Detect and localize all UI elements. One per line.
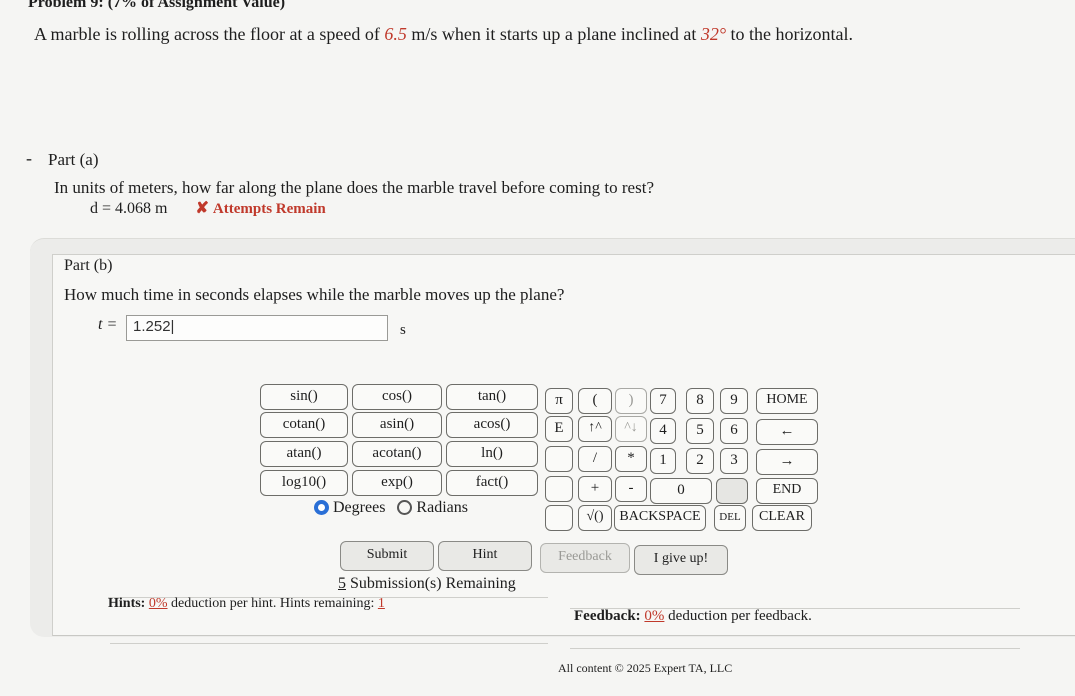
fact-key[interactable]: fact() [446, 470, 538, 496]
blank-key-1[interactable] [545, 446, 573, 472]
attempts-remain-status: Attempts Remain [212, 201, 326, 217]
close-paren-key[interactable]: ) [615, 388, 647, 414]
hints-info: Hints: 0% deduction per hint. Hints rema… [108, 596, 385, 612]
open-paren-key[interactable]: ( [578, 388, 612, 414]
delete-key[interactable]: DEL [714, 505, 746, 531]
sin-key[interactable]: sin() [260, 384, 348, 410]
hints-remaining-count: 1 [377, 596, 385, 611]
right-arrow-key[interactable]: → [756, 449, 818, 475]
hint-button[interactable]: Hint [438, 541, 532, 571]
acotan-key[interactable]: acotan() [352, 441, 442, 467]
acos-key[interactable]: acos() [446, 412, 538, 438]
digit-9-key[interactable]: 9 [720, 388, 748, 414]
hints-label: Hints: [108, 596, 146, 611]
clear-key[interactable]: CLEAR [752, 505, 812, 531]
multiply-key[interactable]: * [615, 446, 647, 472]
digit-4-key[interactable]: 4 [650, 418, 676, 444]
cotan-key[interactable]: cotan() [260, 412, 348, 438]
atan-key[interactable]: atan() [260, 441, 348, 467]
backspace-key[interactable]: BACKSPACE [614, 505, 706, 531]
answer-input[interactable]: 1.252| [126, 315, 388, 341]
divider [110, 643, 548, 644]
blank-key-3[interactable] [545, 505, 573, 531]
radians-radio[interactable] [397, 500, 413, 515]
problem-statement: A marble is rolling across the floor at … [34, 24, 853, 45]
angle-value: 32° [700, 24, 727, 44]
answer-unit: s [400, 322, 406, 338]
digit-0-key[interactable]: 0 [650, 478, 712, 504]
sqrt-key[interactable]: √() [578, 505, 612, 531]
submissions-text: Submission(s) Remaining [346, 575, 516, 592]
digit-7-key[interactable]: 7 [650, 388, 676, 414]
digit-6-key[interactable]: 6 [720, 418, 748, 444]
minus-key[interactable]: - [615, 476, 647, 502]
hints-deduction: 0% [148, 596, 168, 611]
tan-key[interactable]: tan() [446, 384, 538, 410]
part-a-answer-value: d = 4.068 m [90, 200, 168, 217]
submissions-count: 5 [338, 575, 346, 592]
feedback-deduction: 0% [644, 608, 665, 624]
feedback-label: Feedback: [574, 608, 641, 624]
feedback-button[interactable]: Feedback [540, 543, 630, 573]
divider [570, 648, 1020, 649]
pi-key[interactable]: π [545, 388, 573, 414]
degrees-radio[interactable] [314, 500, 329, 515]
collapse-toggle[interactable]: - [26, 148, 32, 169]
problem-text-pre: A marble is rolling across the floor at … [34, 24, 385, 44]
ln-key[interactable]: ln() [446, 441, 538, 467]
submissions-remaining: 5 Submission(s) Remaining [338, 575, 516, 593]
submit-button[interactable]: Submit [340, 541, 434, 571]
asin-key[interactable]: asin() [352, 412, 442, 438]
digit-3-key[interactable]: 3 [720, 448, 748, 474]
angle-mode-group: Degrees Radians [314, 499, 468, 517]
part-b-title: Part (b) [64, 257, 113, 274]
x-icon: ✘ [195, 200, 209, 217]
copyright-footer: All content © 2025 Expert TA, LLC [558, 661, 733, 675]
blank-key-4[interactable] [716, 478, 748, 504]
digit-8-key[interactable]: 8 [686, 388, 714, 414]
digit-1-key[interactable]: 1 [650, 448, 676, 474]
digit-2-key[interactable]: 2 [686, 448, 714, 474]
blank-key-2[interactable] [545, 476, 573, 502]
subscript-key[interactable]: ^↓ [615, 416, 647, 442]
plus-key[interactable]: + [578, 476, 612, 502]
part-a-question: In units of meters, how far along the pl… [54, 178, 654, 197]
problem-title: Problem 9: (7% of Assignment Value) [28, 0, 286, 11]
e-key[interactable]: E [545, 416, 573, 442]
radians-label: Radians [416, 499, 468, 516]
left-arrow-key[interactable]: ← [756, 419, 818, 445]
exp-key[interactable]: exp() [352, 470, 442, 496]
part-a-answer: d = 4.068 m ✘ Attempts Remain [90, 198, 326, 218]
end-key[interactable]: END [756, 478, 818, 504]
part-b-question: How much time in seconds elapses while t… [64, 285, 565, 304]
hints-text: deduction per hint. Hints remaining: [167, 596, 378, 611]
give-up-button[interactable]: I give up! [634, 545, 728, 575]
answer-variable-label: t = [98, 316, 118, 333]
log10-key[interactable]: log10() [260, 470, 348, 496]
speed-value: 6.5 [384, 24, 407, 44]
feedback-text: deduction per feedback. [664, 608, 812, 624]
degrees-label: Degrees [333, 499, 386, 516]
feedback-info: Feedback: 0% deduction per feedback. [574, 608, 812, 625]
part-a-title: Part (a) [48, 150, 99, 169]
cos-key[interactable]: cos() [352, 384, 442, 410]
problem-text-post: to the horizontal. [726, 24, 854, 44]
part-b-panel [52, 254, 1075, 636]
digit-5-key[interactable]: 5 [686, 418, 714, 444]
problem-text-mid: m/s when it starts up a plane inclined a… [406, 24, 701, 44]
home-key[interactable]: HOME [756, 388, 818, 414]
superscript-key[interactable]: ↑^ [578, 416, 612, 442]
divide-key[interactable]: / [578, 446, 612, 472]
